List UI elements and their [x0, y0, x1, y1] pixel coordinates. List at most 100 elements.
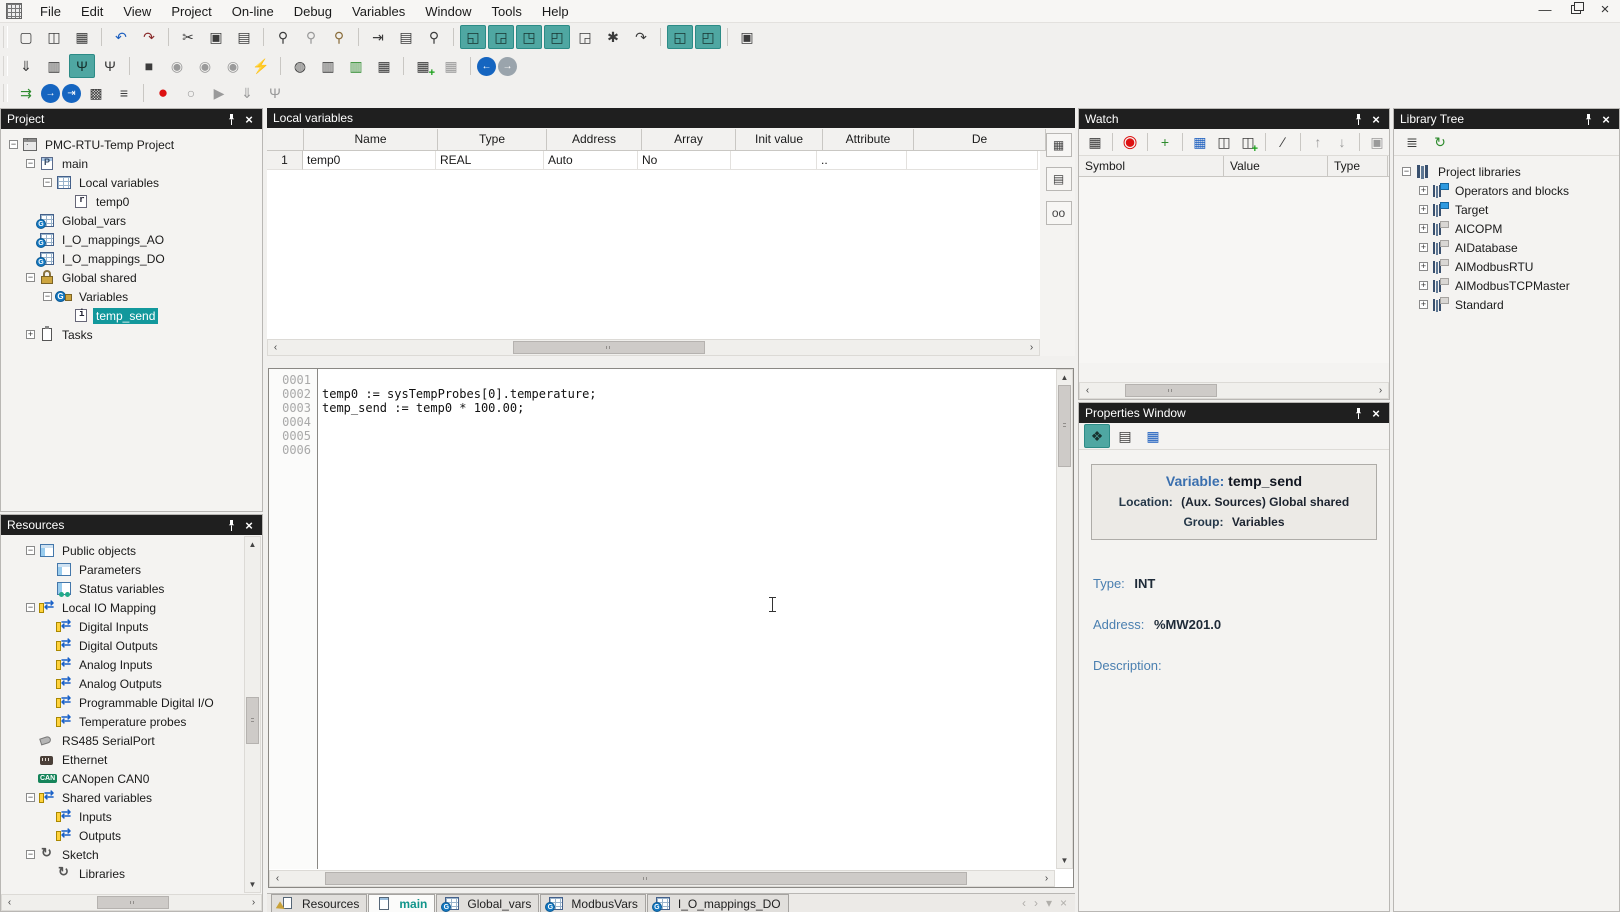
close-panel-icon[interactable]: × — [242, 112, 256, 126]
pin-icon[interactable] — [224, 518, 238, 532]
scroll-left-icon[interactable]: ‹ — [2, 895, 17, 910]
code-line[interactable]: 0004 — [269, 415, 1055, 429]
navigate-back-button[interactable]: ← — [477, 57, 496, 76]
tree-item-global-vars[interactable]: Global_vars — [1, 211, 262, 230]
tree-item-status-variables[interactable]: Status variables — [1, 579, 262, 598]
print-preview-button[interactable]: ⚲ — [421, 25, 447, 49]
scroll-down-icon[interactable]: ▼ — [245, 877, 260, 892]
tree-item-public-objects[interactable]: −Public objects — [1, 541, 262, 560]
scroll-thumb[interactable] — [513, 341, 705, 354]
st-code-editor[interactable]: 00010002temp0 := sysTempProbes[0].temper… — [268, 368, 1074, 888]
tree-item-digital-outputs[interactable]: Digital Outputs — [1, 636, 262, 655]
close-tab-button[interactable]: × — [1060, 896, 1067, 910]
sync-graph-button[interactable]: ▥ — [343, 54, 369, 78]
tree-item-project-libraries[interactable]: −Project libraries — [1394, 162, 1619, 181]
menu-window[interactable]: Window — [415, 2, 481, 21]
menu-view[interactable]: View — [113, 2, 161, 21]
column-header-De[interactable]: De — [914, 129, 1046, 151]
tree-item-aicopm[interactable]: +AICOPM — [1394, 219, 1619, 238]
watch-horizontal-scrollbar[interactable]: ‹ › — [1079, 382, 1389, 399]
watch-grid-button[interactable]: ▦ — [1084, 130, 1106, 154]
open-project-button[interactable]: ◫ — [41, 25, 67, 49]
column-header-row-number[interactable] — [267, 129, 304, 151]
tab-list-button[interactable]: ▾ — [1046, 896, 1052, 910]
close-panel-icon[interactable]: × — [1369, 406, 1383, 420]
save-watch-list-button[interactable]: ▦ — [1189, 130, 1211, 154]
menu-file[interactable]: File — [30, 2, 71, 21]
tree-item-main[interactable]: −main — [1, 154, 262, 173]
trigger-list-button[interactable]: ≡ — [111, 81, 137, 105]
tab-i-o-mappings-do[interactable]: I_O_mappings_DO — [647, 894, 789, 912]
cell[interactable]: temp0 — [303, 151, 436, 170]
resources-vertical-scrollbar[interactable]: ▲ ▼ — [244, 536, 261, 893]
tree-item-programmable-digital-i-o[interactable]: Programmable Digital I/O — [1, 693, 262, 712]
resources-horizontal-scrollbar[interactable]: ‹ › — [1, 894, 262, 911]
scroll-thumb[interactable] — [246, 697, 259, 744]
close-panel-icon[interactable]: × — [1369, 112, 1383, 126]
expander-plus-icon[interactable]: + — [1419, 262, 1428, 271]
disconnect-button[interactable]: Ψ — [97, 54, 123, 78]
toggle-watch-window-button[interactable]: ◰ — [544, 25, 570, 49]
scroll-right-icon[interactable]: › — [246, 895, 261, 910]
toggle-source-browser-button[interactable]: ◲ — [572, 25, 598, 49]
restore-button[interactable] — [1560, 0, 1590, 22]
tree-item-pmc-rtu-temp-project[interactable]: −PMC-RTU-Temp Project — [1, 135, 262, 154]
close-panel-icon[interactable]: × — [242, 518, 256, 532]
code-line[interactable]: 0001 — [269, 373, 1055, 387]
live-debug-button[interactable]: ● — [150, 81, 176, 105]
code-line[interactable]: 0002temp0 := sysTempProbes[0].temperatur… — [269, 387, 1055, 401]
cell[interactable]: 1 — [267, 151, 303, 170]
cell[interactable]: Auto — [544, 151, 638, 170]
track-selection-button[interactable]: ❖ — [1084, 424, 1110, 448]
minimize-button[interactable]: — — [1530, 0, 1560, 22]
local-variables-horizontal-scrollbar[interactable]: ‹ › — [267, 339, 1040, 356]
expander-plus-icon[interactable]: + — [1419, 300, 1428, 309]
find-next-button[interactable]: ⚲ — [298, 25, 324, 49]
scroll-up-icon[interactable]: ▲ — [245, 537, 260, 552]
reset-layout-button[interactable]: ↷ — [628, 25, 654, 49]
toggle-project-window-button[interactable]: ◱ — [460, 25, 486, 49]
tree-item-temp-send[interactable]: temp_send — [1, 306, 262, 325]
tree-item-analog-inputs[interactable]: Analog Inputs — [1, 655, 262, 674]
expander-plus-icon[interactable]: + — [1419, 281, 1428, 290]
link-library-button[interactable]: ≣ — [1399, 130, 1425, 154]
expander-minus-icon[interactable]: − — [43, 178, 52, 187]
toggle-output-window-button[interactable]: ◲ — [488, 25, 514, 49]
expander-minus-icon[interactable]: − — [26, 273, 35, 282]
connect-button[interactable]: Ψ — [69, 54, 95, 78]
tree-item-global-shared[interactable]: −Global shared — [1, 268, 262, 287]
paste-button[interactable]: ▤ — [231, 25, 257, 49]
menu-debug[interactable]: Debug — [284, 2, 342, 21]
column-header-Address[interactable]: Address — [547, 129, 642, 151]
tree-item-operators-and-blocks[interactable]: +Operators and blocks — [1394, 181, 1619, 200]
module-config-button[interactable]: ▥ — [41, 54, 67, 78]
tree-item-outputs[interactable]: Outputs — [1, 826, 262, 845]
move-up-button[interactable]: ↑ — [1307, 130, 1329, 154]
tab-main[interactable]: main — [368, 894, 435, 912]
expander-plus-icon[interactable]: + — [1419, 186, 1428, 195]
close-button[interactable]: × — [1590, 0, 1620, 22]
undo-button[interactable]: ↶ — [108, 25, 134, 49]
tree-item-rs485-serialport[interactable]: RS485 SerialPort — [1, 731, 262, 750]
pin-icon[interactable] — [1581, 112, 1595, 126]
watch-view-button[interactable]: oo — [1046, 201, 1072, 225]
find-in-project-button[interactable]: ⚲ — [326, 25, 352, 49]
grid-view-button[interactable]: ▦ — [1046, 133, 1072, 157]
cell[interactable] — [731, 151, 817, 170]
cell[interactable]: .. — [817, 151, 907, 170]
tree-item-local-variables[interactable]: −Local variables — [1, 173, 262, 192]
duplicate-symbol-button[interactable]: ▣ — [1366, 130, 1388, 154]
save-info-button[interactable]: ▦ — [1140, 424, 1166, 448]
pin-icon[interactable] — [1351, 406, 1365, 420]
insert-row-button[interactable]: ▦ — [410, 54, 436, 78]
debug-run-button[interactable]: ▶ — [206, 81, 232, 105]
go-offline-button[interactable]: ⇥ — [62, 84, 81, 103]
watch-column-symbol[interactable]: Symbol — [1079, 156, 1224, 176]
column-header-Type[interactable]: Type — [438, 129, 547, 151]
menu-online[interactable]: On-line — [222, 2, 284, 21]
column-header-Init value[interactable]: Init value — [736, 129, 823, 151]
insert-symbol-button[interactable]: + — [1154, 130, 1176, 154]
expander-minus-icon[interactable]: − — [26, 793, 35, 802]
tree-item-target[interactable]: +Target — [1394, 200, 1619, 219]
tree-item-temperature-probes[interactable]: Temperature probes — [1, 712, 262, 731]
